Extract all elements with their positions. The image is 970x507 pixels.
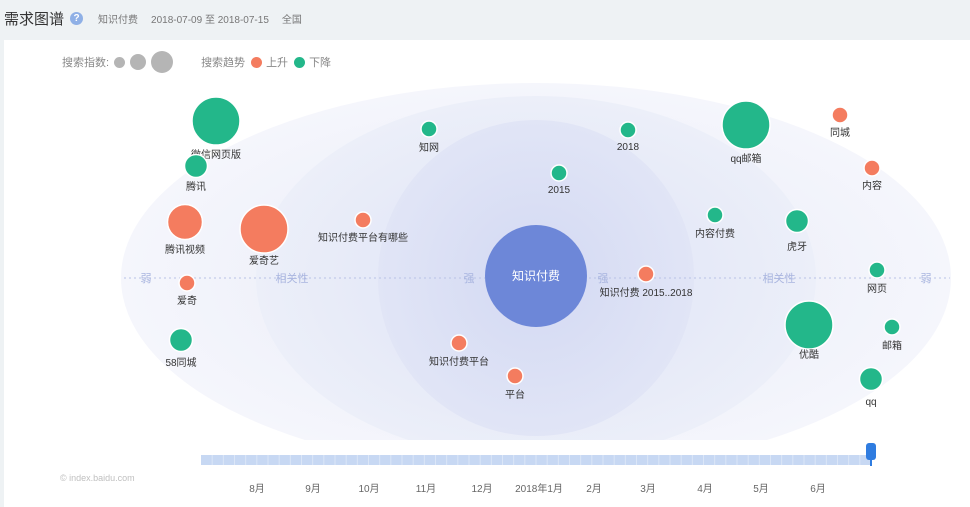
timeline-month-label: 8月	[249, 484, 265, 495]
keyword-node-down[interactable]	[168, 327, 194, 353]
keyword-node-label: 腾讯视频	[165, 243, 205, 256]
keyword-node-label: qq	[865, 397, 876, 408]
watermark: © index.baidu.com	[60, 473, 135, 483]
keyword-node-down[interactable]	[191, 96, 241, 146]
keyword-node-up[interactable]	[166, 203, 204, 241]
timeline-month-label: 9月	[305, 484, 321, 495]
timeline-month-label: 12月	[471, 484, 493, 495]
keyword-node-label: 爱奇艺	[249, 254, 279, 267]
timeline-ticks: 8月 9月 10月 11月 12月 2018年1月 2月 3月 4月 5月 6月	[0, 480, 970, 500]
keyword-node-down[interactable]	[784, 208, 810, 234]
center-keyword-label: 知识付费	[512, 269, 560, 283]
keyword-node-label: 爱奇	[177, 294, 197, 307]
keyword-node-up[interactable]	[354, 211, 372, 229]
keyword-node-down[interactable]	[420, 120, 438, 138]
keyword-node-label: 知识付费平台有哪些	[318, 231, 408, 244]
timeline-month-label: 5月	[753, 484, 769, 495]
keyword-node-up[interactable]	[239, 204, 289, 254]
axis-label: 弱	[141, 272, 152, 285]
keyword-node-up[interactable]	[178, 274, 196, 292]
keyword-node-label: 2015	[548, 185, 571, 196]
keyword-node-label: 虎牙	[787, 241, 807, 253]
keyword-node-down[interactable]	[619, 121, 637, 139]
keyword-node-label: 内容	[862, 179, 882, 192]
keyword-node-label: 知识付费 2015..2018	[600, 286, 693, 299]
timeline-month-label: 4月	[697, 484, 713, 495]
demand-graph: 弱相关性强强相关性弱 知识付费微信网页版腾讯腾讯视频爱奇艺爱奇58同城知识付费平…	[121, 83, 951, 466]
keyword-node-label: 58同城	[165, 357, 196, 369]
keyword-node-down[interactable]	[868, 261, 886, 279]
timeline-month-label: 11月	[415, 484, 437, 495]
axis-label: 强	[598, 273, 609, 285]
keyword-node-up[interactable]	[637, 265, 655, 283]
timeline-month-label: 2月	[586, 484, 602, 495]
keyword-node-label: 邮箱	[882, 339, 902, 352]
keyword-node-up[interactable]	[831, 106, 849, 124]
axis-label: 相关性	[763, 271, 796, 285]
keyword-node-label: 知网	[419, 141, 439, 154]
axis-label: 相关性	[276, 271, 309, 285]
keyword-node-down[interactable]	[721, 100, 771, 150]
keyword-node-label: 网页	[867, 283, 887, 295]
keyword-node-down[interactable]	[883, 318, 901, 336]
keyword-node-label: qq邮箱	[730, 152, 761, 165]
keyword-node-label: 知识付费平台	[429, 355, 489, 368]
keyword-node-down[interactable]	[550, 164, 568, 182]
timeline-month-label: 2018年1月	[515, 484, 563, 495]
keyword-node-label: 2018	[617, 142, 640, 153]
timeline-month-label: 10月	[358, 484, 380, 495]
axis-label: 强	[464, 273, 475, 285]
axis-label: 弱	[921, 272, 932, 285]
keyword-node-up[interactable]	[863, 159, 881, 177]
keyword-node-label: 腾讯	[186, 180, 206, 193]
keyword-node-up[interactable]	[450, 334, 468, 352]
demand-graph-page: 需求图谱 ? 知识付费 2018-07-09 至 2018-07-15 全国 搜…	[0, 0, 970, 507]
keyword-node-down[interactable]	[706, 206, 724, 224]
keyword-node-label: 同城	[830, 127, 850, 139]
timeline-month-label: 6月	[810, 484, 826, 495]
keyword-node-down[interactable]	[183, 153, 209, 179]
keyword-node-up[interactable]	[506, 367, 524, 385]
keyword-node-label: 内容付费	[695, 227, 735, 240]
keyword-node-down[interactable]	[784, 300, 834, 350]
keyword-node-down[interactable]	[858, 366, 884, 392]
keyword-node-label: 优酷	[799, 348, 819, 361]
keyword-node-label: 平台	[505, 388, 525, 401]
timeline-handle[interactable]	[866, 443, 876, 460]
timeline-month-label: 3月	[640, 484, 656, 495]
